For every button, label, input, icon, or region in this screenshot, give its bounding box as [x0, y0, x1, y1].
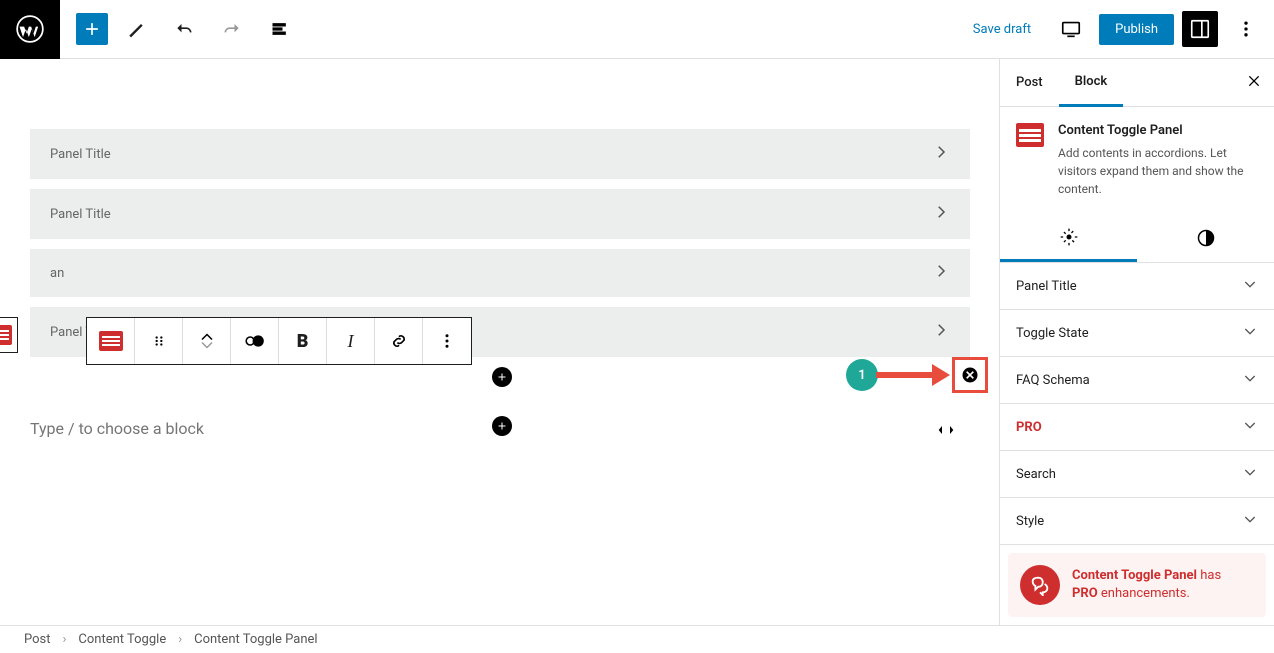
- chevron-down-icon: [1242, 370, 1258, 390]
- save-draft-button[interactable]: Save draft: [961, 14, 1043, 45]
- tab-post[interactable]: Post: [1000, 59, 1059, 107]
- undo-icon[interactable]: [164, 9, 204, 49]
- setting-faq-schema[interactable]: FAQ Schema: [1000, 357, 1274, 404]
- add-block-button[interactable]: [76, 13, 108, 45]
- setting-toggle-state[interactable]: Toggle State: [1000, 310, 1274, 357]
- chevron-right-icon: ›: [178, 632, 182, 647]
- tools-icon[interactable]: [116, 9, 156, 49]
- chevron-right-icon: [932, 203, 950, 225]
- drag-handle-icon[interactable]: [135, 318, 183, 364]
- wp-logo[interactable]: [0, 0, 60, 59]
- bold-icon[interactable]: B: [279, 318, 327, 364]
- add-after-icon[interactable]: [492, 416, 512, 436]
- annotation: 1: [846, 359, 946, 391]
- italic-icon[interactable]: I: [327, 318, 375, 364]
- link-icon[interactable]: [375, 318, 423, 364]
- chevron-down-icon: [1242, 323, 1258, 343]
- settings-tab-icon[interactable]: [1000, 214, 1137, 262]
- block-icon: [1016, 123, 1044, 147]
- annotation-number: 1: [846, 359, 878, 391]
- chevron-down-icon: [1242, 511, 1258, 531]
- block-title: Content Toggle Panel: [1058, 123, 1258, 138]
- setting-style[interactable]: Style: [1000, 498, 1274, 545]
- chevron-down-icon: [1242, 276, 1258, 296]
- remove-panel-icon[interactable]: [952, 357, 988, 393]
- breadcrumb: Post › Content Toggle › Content Toggle P…: [0, 625, 1274, 653]
- arrow-icon: [876, 369, 946, 381]
- options-icon[interactable]: [1226, 9, 1266, 49]
- panel-item[interactable]: an: [30, 249, 970, 297]
- styles-tab-icon[interactable]: [1137, 214, 1274, 262]
- setting-pro[interactable]: PRO: [1000, 404, 1274, 451]
- panel-item[interactable]: Panel Title: [30, 189, 970, 239]
- align-icon[interactable]: [231, 318, 279, 364]
- more-icon[interactable]: [423, 318, 471, 364]
- block-description: Add contents in accordions. Let visitors…: [1058, 144, 1258, 198]
- settings-toggle-icon[interactable]: [1182, 11, 1218, 47]
- publish-button[interactable]: Publish: [1099, 14, 1174, 45]
- block-prompt[interactable]: Type / to choose a block: [30, 419, 999, 438]
- promo-text: Content Toggle Panel has PRO enhancement…: [1072, 567, 1221, 603]
- outline-icon[interactable]: [260, 9, 300, 49]
- chevron-right-icon: ›: [63, 632, 67, 647]
- move-updown-icon[interactable]: [183, 318, 231, 364]
- panel-item[interactable]: Panel Title: [30, 129, 970, 179]
- setting-search[interactable]: Search: [1000, 451, 1274, 498]
- redo-icon: [212, 9, 252, 49]
- panel-title: an: [50, 266, 64, 281]
- preview-icon[interactable]: [1051, 9, 1091, 49]
- breadcrumb-item[interactable]: Content Toggle: [78, 632, 166, 647]
- breadcrumb-item[interactable]: Content Toggle Panel: [194, 632, 317, 647]
- chevron-right-icon: [932, 321, 950, 343]
- block-toolbar: B I: [86, 317, 472, 365]
- chevron-right-icon: [932, 262, 950, 284]
- promo-icon: [1020, 565, 1060, 605]
- promo-banner[interactable]: Content Toggle Panel has PRO enhancement…: [1008, 553, 1266, 617]
- chevron-down-icon: [1242, 464, 1258, 484]
- setting-panel-title[interactable]: Panel Title: [1000, 263, 1274, 310]
- panel-title: Panel Title: [50, 147, 111, 162]
- resize-handle-icon[interactable]: [938, 424, 954, 440]
- breadcrumb-item[interactable]: Post: [24, 632, 51, 647]
- block-type-icon[interactable]: [87, 318, 135, 364]
- chevron-right-icon: [932, 143, 950, 165]
- close-icon[interactable]: [1246, 73, 1262, 93]
- panel-title: Panel Title: [50, 207, 111, 222]
- chevron-down-icon: [1242, 417, 1258, 437]
- add-before-icon[interactable]: [492, 367, 512, 387]
- parent-block-icon[interactable]: [0, 317, 18, 353]
- tab-block[interactable]: Block: [1059, 59, 1124, 107]
